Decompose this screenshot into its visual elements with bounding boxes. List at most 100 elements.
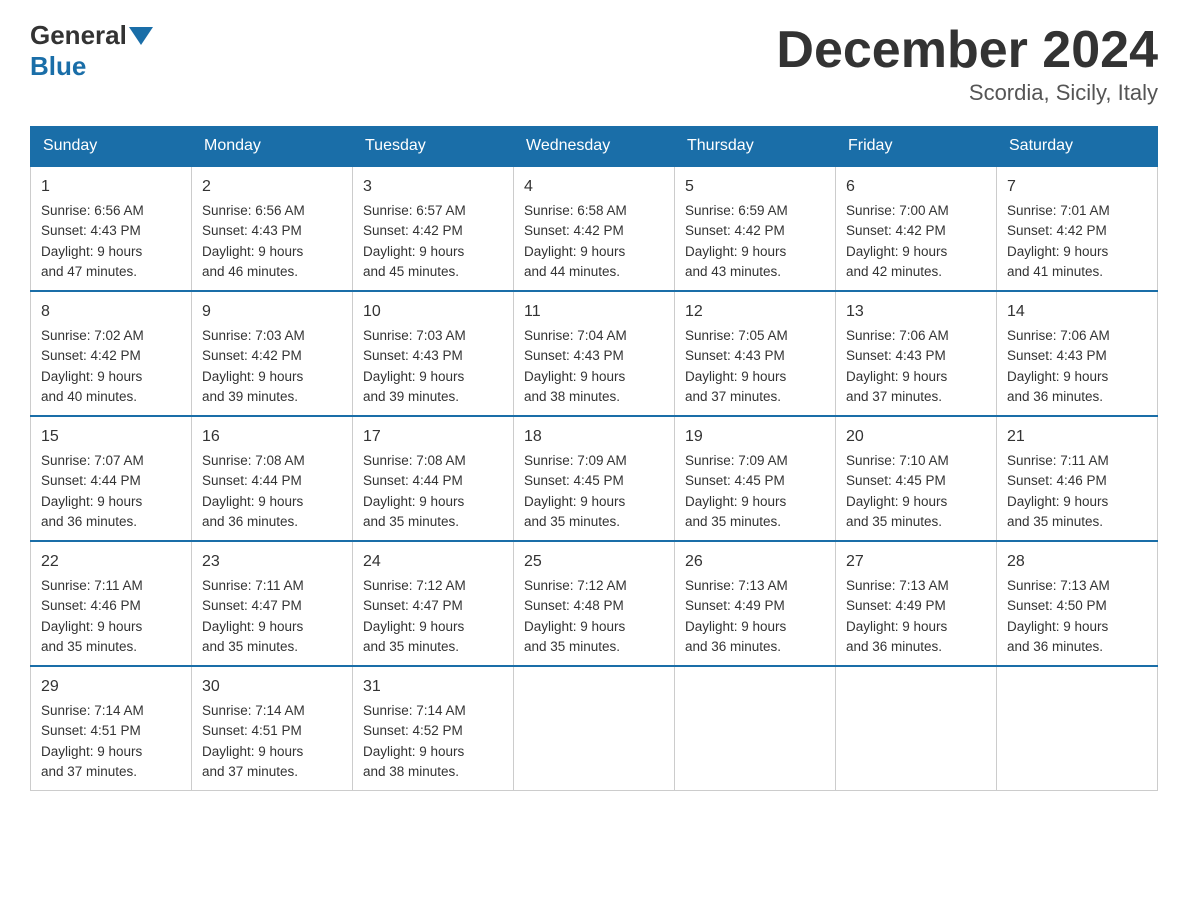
day-number: 30 [202,675,342,699]
daylight-text: Daylight: 9 hours [1007,242,1147,262]
day-number: 27 [846,550,986,574]
daylight-text: Daylight: 9 hours [363,367,503,387]
sunset-text: Sunset: 4:43 PM [685,346,825,366]
sunrise-text: Sunrise: 7:13 AM [685,576,825,596]
sunset-text: Sunset: 4:46 PM [1007,471,1147,491]
daylight-text: Daylight: 9 hours [1007,617,1147,637]
day-number: 9 [202,300,342,324]
sunrise-text: Sunrise: 7:00 AM [846,201,986,221]
sunrise-text: Sunrise: 7:09 AM [685,451,825,471]
calendar-day-24: 24Sunrise: 7:12 AMSunset: 4:47 PMDayligh… [353,541,514,666]
sunrise-text: Sunrise: 6:58 AM [524,201,664,221]
empty-cell [836,666,997,791]
sunrise-text: Sunrise: 7:14 AM [41,701,181,721]
page-header: General Blue December 2024 Scordia, Sici… [30,20,1158,106]
daylight-minutes-text: and 36 minutes. [685,637,825,657]
col-header-sunday: Sunday [31,127,192,167]
calendar-day-3: 3Sunrise: 6:57 AMSunset: 4:42 PMDaylight… [353,166,514,291]
logo-general-text: General [30,20,127,51]
logo-blue-text: Blue [30,51,86,81]
sunset-text: Sunset: 4:42 PM [846,221,986,241]
day-number: 13 [846,300,986,324]
daylight-text: Daylight: 9 hours [41,742,181,762]
daylight-minutes-text: and 36 minutes. [1007,387,1147,407]
day-number: 4 [524,175,664,199]
daylight-text: Daylight: 9 hours [202,742,342,762]
sunset-text: Sunset: 4:47 PM [363,596,503,616]
daylight-text: Daylight: 9 hours [363,617,503,637]
day-number: 1 [41,175,181,199]
sunrise-text: Sunrise: 7:14 AM [202,701,342,721]
col-header-wednesday: Wednesday [514,127,675,167]
sunset-text: Sunset: 4:49 PM [846,596,986,616]
sunset-text: Sunset: 4:43 PM [41,221,181,241]
sunset-text: Sunset: 4:45 PM [846,471,986,491]
col-header-tuesday: Tuesday [353,127,514,167]
sunset-text: Sunset: 4:43 PM [202,221,342,241]
daylight-minutes-text: and 41 minutes. [1007,262,1147,282]
day-number: 18 [524,425,664,449]
day-number: 7 [1007,175,1147,199]
calendar-day-18: 18Sunrise: 7:09 AMSunset: 4:45 PMDayligh… [514,416,675,541]
sunset-text: Sunset: 4:42 PM [685,221,825,241]
sunrise-text: Sunrise: 7:06 AM [1007,326,1147,346]
daylight-minutes-text: and 39 minutes. [202,387,342,407]
day-number: 16 [202,425,342,449]
daylight-minutes-text: and 39 minutes. [363,387,503,407]
daylight-minutes-text: and 35 minutes. [846,512,986,532]
daylight-minutes-text: and 35 minutes. [524,637,664,657]
day-number: 10 [363,300,503,324]
logo: General Blue [30,20,155,82]
daylight-minutes-text: and 35 minutes. [202,637,342,657]
sunrise-text: Sunrise: 7:03 AM [363,326,503,346]
month-title: December 2024 [776,20,1158,80]
daylight-minutes-text: and 37 minutes. [202,762,342,782]
sunrise-text: Sunrise: 7:03 AM [202,326,342,346]
daylight-minutes-text: and 38 minutes. [524,387,664,407]
sunset-text: Sunset: 4:45 PM [524,471,664,491]
calendar-day-15: 15Sunrise: 7:07 AMSunset: 4:44 PMDayligh… [31,416,192,541]
sunset-text: Sunset: 4:52 PM [363,721,503,741]
daylight-text: Daylight: 9 hours [363,742,503,762]
daylight-text: Daylight: 9 hours [1007,492,1147,512]
calendar-week-1: 1Sunrise: 6:56 AMSunset: 4:43 PMDaylight… [31,166,1158,291]
calendar-day-17: 17Sunrise: 7:08 AMSunset: 4:44 PMDayligh… [353,416,514,541]
daylight-minutes-text: and 35 minutes. [1007,512,1147,532]
daylight-minutes-text: and 45 minutes. [363,262,503,282]
day-number: 21 [1007,425,1147,449]
sunrise-text: Sunrise: 7:11 AM [202,576,342,596]
sunrise-text: Sunrise: 6:57 AM [363,201,503,221]
daylight-text: Daylight: 9 hours [41,492,181,512]
calendar-day-23: 23Sunrise: 7:11 AMSunset: 4:47 PMDayligh… [192,541,353,666]
calendar-day-29: 29Sunrise: 7:14 AMSunset: 4:51 PMDayligh… [31,666,192,791]
calendar-week-2: 8Sunrise: 7:02 AMSunset: 4:42 PM Daylight… [31,291,1158,416]
sunset-text: Sunset: 4:44 PM [363,471,503,491]
daylight-minutes-text: and 44 minutes. [524,262,664,282]
daylight-minutes-text: and 38 minutes. [363,762,503,782]
sunset-text: Sunset: 4:42 PM [41,346,181,366]
calendar-day-22: 22Sunrise: 7:11 AMSunset: 4:46 PMDayligh… [31,541,192,666]
sunrise-text: Sunrise: 7:02 AM [41,326,181,346]
daylight-text: Daylight: 9 hours [41,617,181,637]
daylight-minutes-text: and 37 minutes. [685,387,825,407]
daylight-minutes-text: and 40 minutes. [41,387,181,407]
calendar-week-3: 15Sunrise: 7:07 AMSunset: 4:44 PMDayligh… [31,416,1158,541]
day-number: 20 [846,425,986,449]
calendar-day-26: 26Sunrise: 7:13 AMSunset: 4:49 PMDayligh… [675,541,836,666]
daylight-text: Daylight: 9 hours [524,367,664,387]
empty-cell [675,666,836,791]
day-number: 8 [41,300,181,324]
calendar-day-12: 12Sunrise: 7:05 AMSunset: 4:43 PMDayligh… [675,291,836,416]
title-section: December 2024 Scordia, Sicily, Italy [776,20,1158,106]
daylight-minutes-text: and 36 minutes. [846,637,986,657]
calendar-table: SundayMondayTuesdayWednesdayThursdayFrid… [30,126,1158,791]
calendar-header-row: SundayMondayTuesdayWednesdayThursdayFrid… [31,127,1158,167]
sunset-text: Sunset: 4:42 PM [363,221,503,241]
sunrise-text: Sunrise: 7:13 AM [1007,576,1147,596]
day-number: 17 [363,425,503,449]
daylight-text: Daylight: 9 hours [202,242,342,262]
calendar-day-16: 16Sunrise: 7:08 AMSunset: 4:44 PMDayligh… [192,416,353,541]
daylight-text: Daylight: 9 hours [685,492,825,512]
calendar-day-7: 7Sunrise: 7:01 AMSunset: 4:42 PMDaylight… [997,166,1158,291]
sunset-text: Sunset: 4:48 PM [524,596,664,616]
